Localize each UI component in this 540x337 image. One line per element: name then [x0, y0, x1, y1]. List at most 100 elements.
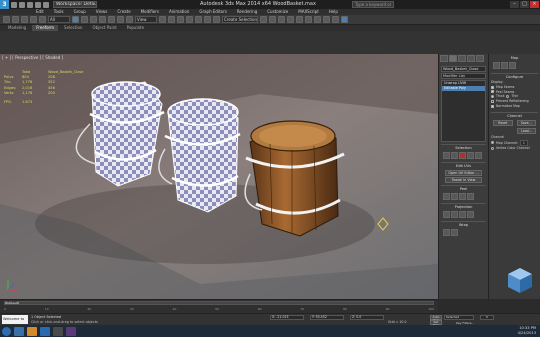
tweak-in-view-button[interactable]: Tweak In View — [445, 177, 482, 183]
new-file-icon[interactable] — [11, 1, 17, 8]
stack-item-editable-poly[interactable]: Editable Poly — [442, 86, 485, 91]
motion-tab-icon[interactable] — [467, 55, 475, 62]
render-setup-icon[interactable] — [323, 16, 330, 23]
save-uv-button[interactable]: Save... — [516, 119, 536, 126]
material-editor-icon[interactable] — [314, 16, 321, 23]
prevent-reflattening-checkbox[interactable] — [491, 100, 494, 104]
spherical-map-icon[interactable] — [459, 211, 466, 218]
normalize-map-checkbox[interactable] — [491, 104, 494, 108]
selection-filter-dropdown[interactable]: All — [48, 16, 70, 23]
map-icon-3[interactable] — [509, 62, 516, 69]
layer-manager-icon[interactable] — [278, 16, 285, 23]
reference-coord-dropdown[interactable]: View — [135, 16, 157, 23]
peel-seams-checkbox[interactable] — [491, 90, 494, 94]
select-manipulate-icon[interactable] — [168, 16, 175, 23]
photoshop-icon[interactable] — [40, 326, 50, 336]
minimize-button[interactable]: – — [510, 1, 519, 8]
workspace-dropdown[interactable]: Workspace: Default — [53, 1, 97, 8]
undo-icon[interactable] — [35, 1, 41, 8]
bind-space-warp-icon[interactable] — [39, 16, 46, 23]
explorer-icon[interactable] — [14, 326, 24, 336]
edit-uvs-title[interactable]: Edit UVs — [441, 164, 486, 169]
vertex-select-icon[interactable] — [443, 152, 450, 159]
viewcube-icon[interactable] — [505, 265, 535, 295]
select-by-name-icon[interactable] — [81, 16, 88, 23]
maximize-button[interactable]: □ — [520, 1, 529, 8]
viewport-label[interactable]: [ + ] [ Perspective ] [ Shaded ] — [2, 55, 63, 60]
undo-tool-icon[interactable] — [3, 16, 10, 23]
spinner-snap-icon[interactable] — [213, 16, 220, 23]
close-button[interactable]: × — [530, 1, 539, 8]
render-production-icon[interactable] — [341, 16, 348, 23]
point-to-point-icon[interactable] — [467, 193, 474, 200]
modify-tab-icon[interactable] — [449, 55, 457, 62]
thick-radio[interactable] — [491, 95, 494, 99]
3dsmax-icon[interactable] — [53, 326, 63, 336]
pivot-icon[interactable] — [159, 16, 166, 23]
rect-selection-icon[interactable] — [90, 16, 97, 23]
percent-snap-icon[interactable] — [204, 16, 211, 23]
normalize-map-option[interactable]: Normalize Map — [491, 104, 538, 109]
map-channel-spinner[interactable]: 1 — [519, 139, 528, 147]
rotate-icon[interactable] — [117, 16, 124, 23]
shrink-icon[interactable] — [475, 152, 482, 159]
key-mode-dropdown[interactable]: Selected — [444, 315, 474, 320]
y-coordinate-field[interactable]: Y: 50.452 — [310, 315, 344, 320]
seams-icon[interactable] — [459, 193, 466, 200]
align-icon[interactable] — [269, 16, 276, 23]
hierarchy-tab-icon[interactable] — [458, 55, 466, 62]
maxscript-listener[interactable]: Welcome to M — [2, 315, 28, 330]
quick-peel-icon[interactable] — [443, 193, 450, 200]
display-tab-icon[interactable] — [476, 55, 484, 62]
mirror-icon[interactable] — [260, 16, 267, 23]
current-frame-field[interactable]: 0 — [480, 315, 494, 320]
firefox-icon[interactable] — [27, 326, 37, 336]
grow-icon[interactable] — [467, 152, 474, 159]
rendered-frame-icon[interactable] — [332, 16, 339, 23]
perspective-viewport[interactable]: [ + ] [ Perspective ] [ Shaded ] Total Wo… — [0, 54, 438, 299]
load-uv-button[interactable]: Load... — [517, 127, 536, 134]
angle-snap-icon[interactable] — [195, 16, 202, 23]
create-tab-icon[interactable] — [440, 55, 448, 62]
x-coordinate-field[interactable]: X: -21.015 — [270, 315, 304, 320]
start-button-icon[interactable] — [2, 326, 11, 336]
move-icon[interactable] — [108, 16, 115, 23]
planar-map-icon[interactable] — [443, 211, 450, 218]
thin-radio[interactable] — [506, 95, 510, 99]
time-slider[interactable]: 0 / 100 — [4, 301, 434, 305]
scale-icon[interactable] — [126, 16, 133, 23]
object-name-field[interactable]: Wood_Basket_Close — [441, 66, 486, 72]
modifier-list-dropdown[interactable]: Modifier List — [441, 73, 486, 79]
redo-tool-icon[interactable] — [12, 16, 19, 23]
curve-editor-icon[interactable] — [296, 16, 303, 23]
map-channel-radio[interactable] — [491, 141, 494, 145]
unlink-icon[interactable] — [30, 16, 37, 23]
open-file-icon[interactable] — [19, 1, 25, 8]
app-logo-icon[interactable]: 3 — [0, 0, 9, 9]
vertex-color-radio[interactable] — [491, 147, 494, 151]
link-icon[interactable] — [21, 16, 28, 23]
named-selection-dropdown[interactable]: Create Selection Se — [222, 16, 258, 23]
system-clock[interactable]: 10:33 PM 4/24/2013 — [518, 326, 536, 336]
snap-toggle-icon[interactable] — [186, 16, 193, 23]
pelt-map-icon[interactable] — [451, 193, 458, 200]
select-object-icon[interactable] — [72, 16, 79, 23]
search-input[interactable]: Type a keyword or phrase — [352, 1, 394, 8]
keyboard-shortcut-icon[interactable] — [177, 16, 184, 23]
spline-wrap-icon[interactable] — [443, 229, 450, 236]
time-slider-thumb[interactable]: 0 / 100 — [5, 301, 19, 304]
map-seams-checkbox[interactable] — [491, 85, 494, 89]
save-icon[interactable] — [27, 1, 33, 8]
z-coordinate-field[interactable]: Z: 0.0 — [350, 315, 384, 320]
graphite-toggle-icon[interactable] — [287, 16, 294, 23]
edge-select-icon[interactable] — [451, 152, 458, 159]
schematic-view-icon[interactable] — [305, 16, 312, 23]
map-icon-1[interactable] — [493, 62, 500, 69]
cylindrical-map-icon[interactable] — [451, 211, 458, 218]
app-icon[interactable] — [66, 326, 76, 336]
polygon-select-icon[interactable] — [459, 152, 466, 159]
reset-uvws-button[interactable]: Reset UVWs — [493, 119, 513, 126]
window-crossing-icon[interactable] — [99, 16, 106, 23]
redo-icon[interactable] — [43, 1, 49, 8]
map-icon-2[interactable] — [501, 62, 508, 69]
